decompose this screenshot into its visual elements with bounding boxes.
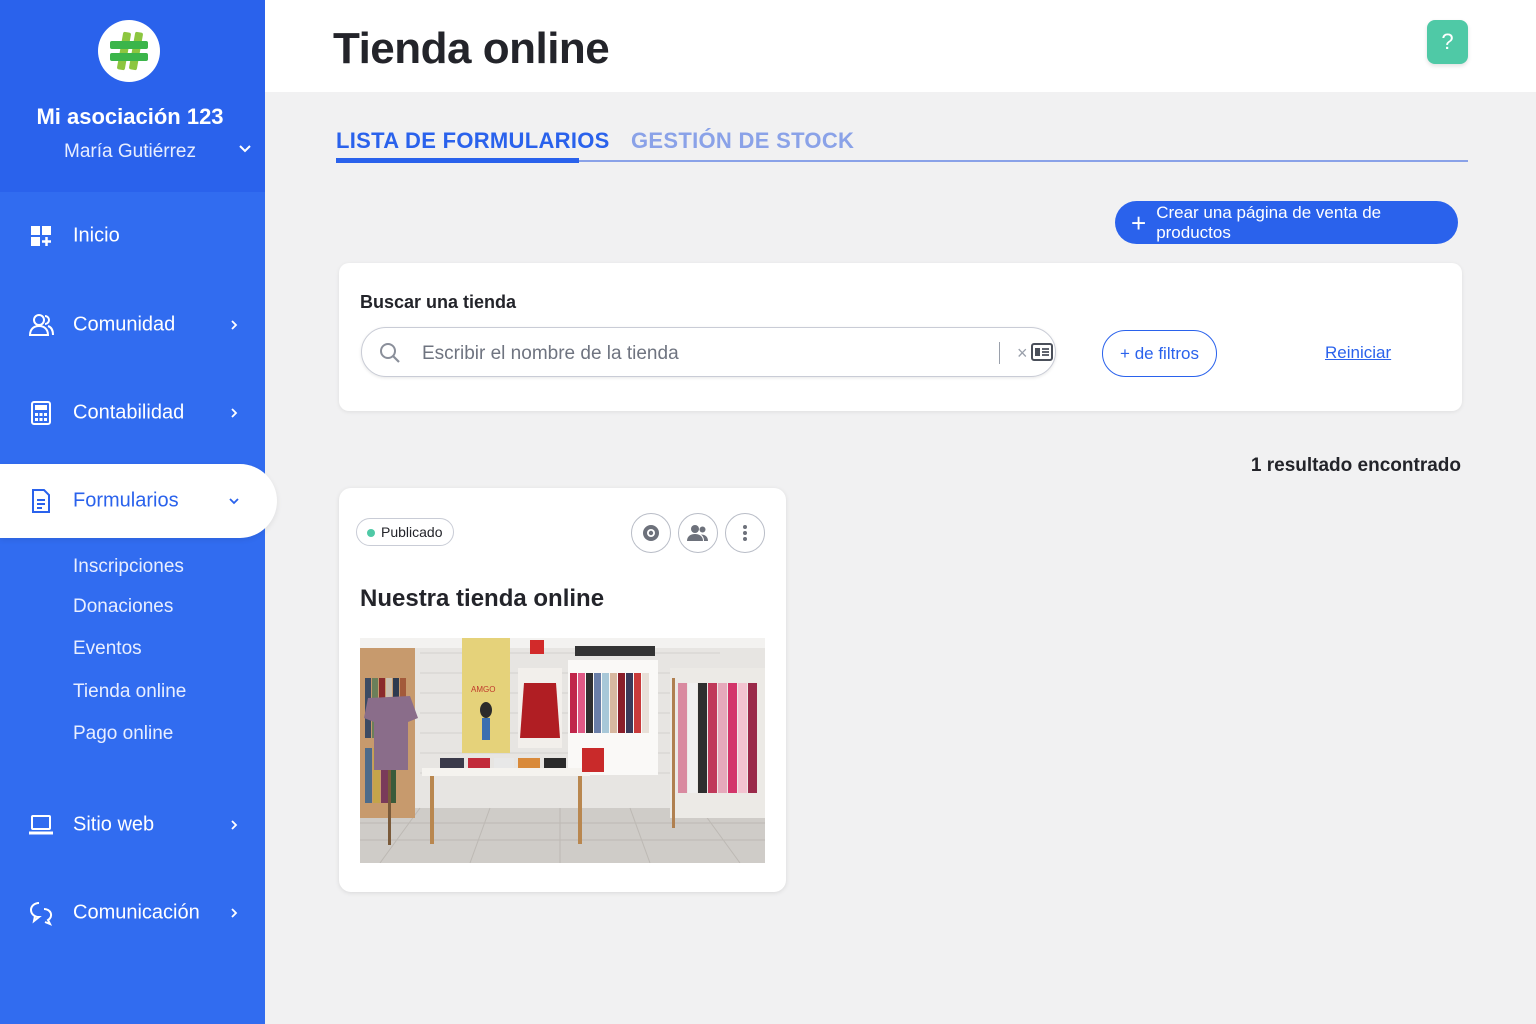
sidebar-item-label: Comunidad [73,313,176,336]
chevron-down-icon [229,498,239,505]
sidebar-subitem-pago-online[interactable]: Pago online [73,723,173,745]
store-title: Nuestra tienda online [360,585,605,612]
participants-button[interactable] [678,513,718,553]
plus-icon: + [1131,207,1147,238]
chevron-right-icon [231,408,238,418]
chevron-right-icon [231,320,238,330]
search-separator [999,342,1000,364]
help-button[interactable]: ? [1427,20,1468,64]
sidebar-item-label: Contabilidad [73,401,185,424]
view-button[interactable] [631,513,671,553]
store-sign: AMGO [471,685,495,694]
sidebar-item-inicio[interactable]: Inicio [0,206,265,266]
document-icon [32,489,50,513]
sidebar-item-sitio-web[interactable]: Sitio web [0,795,265,855]
chevron-right-icon [231,908,238,918]
search-icon [380,343,400,363]
reset-link[interactable]: Reiniciar [1325,343,1391,363]
sidebar-subitem-donaciones[interactable]: Donaciones [73,596,173,618]
status-label: Publicado [381,524,443,540]
chevron-down-icon[interactable] [238,144,252,154]
laptop-icon [29,815,53,835]
tab-gestion-de-stock[interactable]: GESTIÓN DE STOCK [631,128,854,154]
user-name[interactable]: María Gutiérrez [0,141,260,163]
store-image: AMGO [360,638,765,863]
search-label: Buscar una tienda [360,292,517,312]
chat-icon [30,902,53,926]
eye-icon [643,525,659,541]
create-product-page-button[interactable]: + Crear una página de venta de productos [1115,201,1458,244]
status-dot [367,529,375,537]
sidebar-subitem-eventos[interactable]: Eventos [73,638,142,660]
organization-name: Mi asociación 123 [36,104,224,129]
users-icon [28,314,54,336]
sidebar-header: Mi asociación 123 María Gutiérrez [0,0,265,192]
close-icon[interactable]: × [1017,343,1028,364]
sidebar-item-formularios[interactable]: Formularios [0,464,277,538]
sidebar-subitem-inscripciones[interactable]: Inscripciones [73,556,184,578]
sidebar-item-label: Comunicación [73,901,200,924]
sidebar-item-label: Inicio [73,224,120,247]
results-count: 1 resultado encontrado [1250,455,1461,476]
tab-lista-de-formularios[interactable]: LISTA DE FORMULARIOS [336,128,610,154]
active-tab-indicator [336,158,579,163]
calculator-icon [31,401,51,425]
sidebar-item-comunidad[interactable]: Comunidad [0,295,265,355]
sidebar-item-contabilidad[interactable]: Contabilidad [0,383,265,443]
create-product-page-label: Crear una página de venta de productos [1156,202,1382,242]
more-options-button[interactable] [725,513,765,553]
sidebar-subitem-tienda-online[interactable]: Tienda online [73,681,186,703]
search-input[interactable] [422,341,982,367]
id-card-icon[interactable] [1031,343,1053,361]
chevron-right-icon [231,820,238,830]
hash-logo-icon[interactable] [98,20,160,82]
more-filters-button[interactable]: + de filtros [1102,330,1217,377]
page-title: Tienda online [333,24,610,73]
dashboard-icon [31,226,51,246]
sidebar-item-label: Formularios [73,489,179,512]
sidebar-item-label: Sitio web [73,813,155,836]
people-icon [687,525,708,541]
status-badge: Publicado [356,518,454,546]
more-vertical-icon [743,525,747,541]
sidebar-item-comunicacion[interactable]: Comunicación [0,883,265,943]
sidebar: Mi asociación 123 María Gutiérrez Inicio… [0,0,277,1024]
